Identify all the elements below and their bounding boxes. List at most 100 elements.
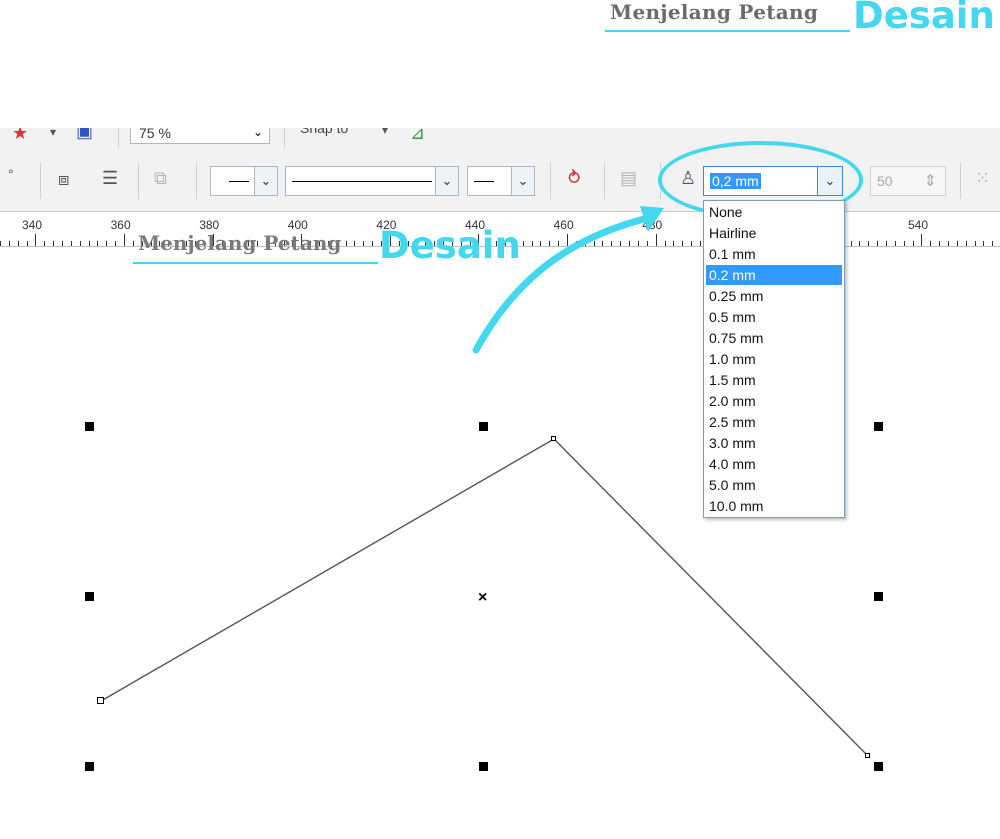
start-arrow-preview [229,181,249,182]
drawing-canvas[interactable]: × [0,247,1000,839]
ruler-tick [851,241,852,246]
separator [118,128,119,148]
watermark-mid: Menjelang Petang Desain [133,224,533,273]
convert-object-icon[interactable]: ⧉ [154,169,167,187]
zoom-combo[interactable]: 75 % ⌄ [130,128,270,144]
ruler-tick [124,234,125,246]
separator [40,163,41,199]
ruler-tick [913,241,914,246]
dropdown-option[interactable]: None [706,202,842,222]
dropdown-option[interactable]: 0.2 mm [706,265,842,285]
watermark-top: Menjelang Petang Desain [605,0,1000,40]
snap-to-button[interactable]: Snap to [300,128,348,136]
window-icon[interactable]: ▣ [76,128,93,140]
ruler-tick [682,241,683,246]
start-arrowhead-selector[interactable]: ⌄ [210,166,278,196]
miter-limit-value: 50 [877,173,893,189]
degree-unit-icon: ° [8,166,14,182]
selection-handle-middle-right[interactable] [874,592,883,601]
ruler-tick [44,241,45,246]
app-launcher-icon[interactable]: ★ [12,128,28,142]
node-start[interactable] [97,697,104,704]
polyline-svg [100,438,869,757]
chevron-down-icon[interactable]: ⌄ [511,167,534,195]
watermark-text: Menjelang Petang [610,0,819,24]
outline-width-dropdown[interactable]: None Hairline 0.1 mm 0.2 mm 0.25 mm 0.5 mm 0.7… [703,200,845,518]
ruler-tick [27,241,28,246]
ruler-label: 480 [642,218,663,232]
separator [284,128,285,148]
snap-settings-icon[interactable]: ⊿ [410,128,425,142]
selection-handle-bottom-center[interactable] [479,762,488,771]
ruler-tick [656,234,657,246]
end-arrowhead-selector[interactable]: ⌄ [467,166,535,196]
selection-handle-top-left[interactable] [85,422,94,431]
dropdown-option[interactable]: 0.75 mm [706,328,842,348]
node-end[interactable] [865,753,870,758]
selection-handle-top-center[interactable] [479,422,488,431]
ruler-tick [549,241,550,246]
ruler-tick [611,241,612,246]
ruler-label: 460 [553,218,574,232]
ruler-tick [9,241,10,246]
ruler-label: 340 [22,218,43,232]
dropdown-option[interactable]: 0.5 mm [706,307,842,327]
line-style-selector[interactable]: ⌄ [285,166,459,196]
ruler-tick [567,234,568,246]
dropdown-option[interactable]: 5.0 mm [706,475,842,495]
dropdown-option[interactable]: 10.0 mm [706,496,842,516]
selection-handle-bottom-right[interactable] [874,762,883,771]
ruler-tick [638,241,639,246]
dropdown-option[interactable]: 1.5 mm [706,370,842,390]
ruler-tick [859,241,860,246]
mirror-horizontal-icon[interactable]: ⧈ [58,170,69,188]
ruler-tick [673,241,674,246]
dropdown-option[interactable]: Hairline [706,223,842,243]
ruler-tick [691,241,692,246]
selection-handle-middle-left[interactable] [85,592,94,601]
chevron-down-icon[interactable]: ⌄ [254,167,277,195]
separator [960,163,961,199]
ruler-tick [80,241,81,246]
ruler-label: 360 [110,218,131,232]
ruler-tick [0,241,1,246]
dropdown-option[interactable]: 0.25 mm [706,286,842,306]
ruler-tick [939,241,940,246]
ruler-tick [97,241,98,246]
ruler-tick [877,241,878,246]
snap-dropdown-icon[interactable]: ▾ [382,128,388,136]
selection-handle-bottom-left[interactable] [85,762,94,771]
wrap-text-icon[interactable]: ▤ [620,169,637,187]
ruler-tick [647,241,648,246]
dropdown-arrow-icon[interactable]: ▾ [50,128,56,138]
node-peak[interactable] [551,436,556,441]
dropdown-option[interactable]: 1.0 mm [706,349,842,369]
ruler-tick [957,241,958,246]
separator [138,163,139,199]
center-marker-icon[interactable]: × [478,589,487,607]
ruler-tick [620,241,621,246]
watermark-text: Menjelang Petang [138,231,342,255]
selection-handle-top-right[interactable] [874,422,883,431]
dropdown-option[interactable]: 2.5 mm [706,412,842,432]
nodes-icon[interactable]: ⁙ [975,169,990,187]
watermark-underline [605,30,850,32]
separator [550,163,551,199]
miter-limit-field[interactable]: 50 ⇕ [870,166,946,196]
zoom-dropdown-icon[interactable]: ⌄ [253,128,263,139]
watermark-brand: Desain [853,0,995,37]
align-icon[interactable]: ☰ [102,169,118,187]
ruler-tick [983,241,984,246]
end-arrow-preview [474,181,494,182]
reverse-direction-icon[interactable]: ⥁ [568,169,580,187]
ruler-tick [868,241,869,246]
dropdown-option[interactable]: 4.0 mm [706,454,842,474]
ruler-tick [602,241,603,246]
ruler-tick [992,241,993,246]
dropdown-option[interactable]: 0.1 mm [706,244,842,264]
dropdown-option[interactable]: 2.0 mm [706,391,842,411]
chevron-down-icon[interactable]: ⌄ [435,167,458,195]
spin-icon[interactable]: ⇕ [924,171,937,191]
standard-toolbar: ★ ▾ ▣ 75 % ⌄ Snap to ▾ ⊿ [0,128,1000,154]
dropdown-option[interactable]: 3.0 mm [706,433,842,453]
